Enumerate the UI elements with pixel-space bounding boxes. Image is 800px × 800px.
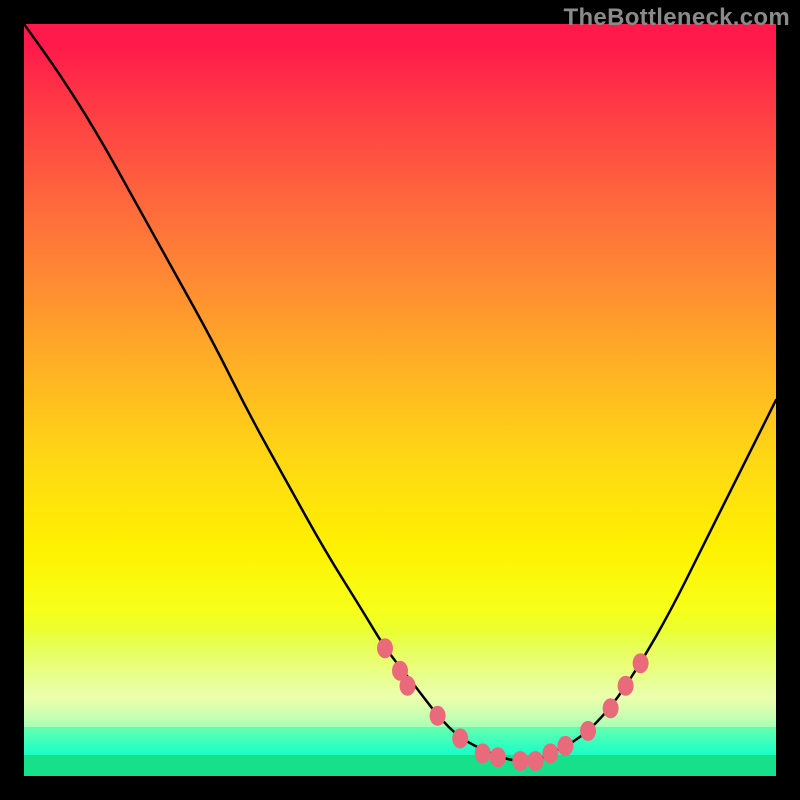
marker-point (377, 638, 393, 658)
marker-point (400, 676, 416, 696)
bottleneck-curve (24, 24, 776, 761)
plot-area (24, 24, 776, 776)
marker-point (512, 751, 528, 771)
marker-point (580, 721, 596, 741)
marker-point (542, 743, 558, 763)
marker-point (527, 751, 543, 771)
curve-markers (377, 638, 649, 771)
marker-point (618, 676, 634, 696)
marker-point (475, 743, 491, 763)
watermark-text: TheBottleneck.com (564, 4, 790, 32)
marker-point (557, 736, 573, 756)
marker-point (452, 728, 468, 748)
marker-point (633, 653, 649, 673)
marker-point (430, 706, 446, 726)
curve-layer (24, 24, 776, 776)
marker-point (490, 747, 506, 767)
chart-frame: TheBottleneck.com (0, 0, 800, 800)
marker-point (603, 698, 619, 718)
